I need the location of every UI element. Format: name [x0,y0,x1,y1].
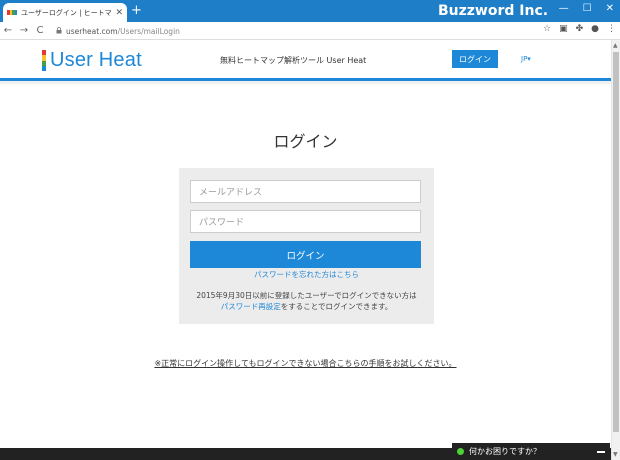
legacy-user-notice: 2015年9月30日以前に登録したユーザーでログインできない方は パスワード再設… [179,290,434,312]
address-bar[interactable]: userheat.com/Users/mailLogin [56,24,550,38]
page: User Heat 無料ヒートマップ解析ツール User Heat ログイン J… [0,40,611,460]
maximize-button[interactable]: ☐ [583,3,592,14]
brand-watermark: Buzzword Inc. [438,3,549,19]
favicon-icon [7,10,17,15]
extension-icon[interactable]: ▣ [559,24,568,34]
minimize-button[interactable]: — [559,3,569,14]
back-icon[interactable]: ← [0,25,16,36]
browser-toolbar: ← → C userheat.com/Users/mailLogin ☆ ▣ ✤… [0,22,620,40]
menu-icon[interactable]: ⋮ [607,24,616,34]
scroll-thumb[interactable] [613,52,619,432]
tab-title: ユーザーログイン | ヒートマップ解析ツー [21,8,112,17]
online-status-icon [457,448,464,455]
toolbar-icons: ☆ ▣ ✤ ● ⋮ [543,24,616,34]
site-header: User Heat 無料ヒートマップ解析ツール User Heat ログイン J… [0,40,611,81]
forward-icon[interactable]: → [16,25,32,36]
profile-icon[interactable]: ● [591,24,599,34]
tagline: 無料ヒートマップ解析ツール User Heat [220,56,367,65]
email-field[interactable]: メールアドレス [190,180,421,203]
url-path: /Users/mailLogin [117,26,180,36]
scrollbar[interactable]: ▲ ▼ [611,40,620,460]
lock-icon [56,26,62,36]
scroll-up-icon[interactable]: ▲ [613,42,618,49]
login-help-link[interactable]: ※正常にログイン操作してもログインできない場合こちらの手順をお試しください。 [0,358,611,369]
window-controls: — ☐ ✕ [559,3,614,14]
tab-close-icon[interactable]: ✕ [115,8,123,18]
password-field[interactable]: パスワード [190,210,421,233]
language-selector[interactable]: JP▾ [521,55,531,63]
close-window-button[interactable]: ✕ [606,3,614,14]
login-card: メールアドレス パスワード ログイン パスワードを忘れた方はこちら 2015年9… [179,168,434,324]
forgot-password-link[interactable]: パスワードを忘れた方はこちら [179,269,434,280]
notice-line-1: 2015年9月30日以前に登録したユーザーでログインできない方は [196,291,417,300]
heat-bar-icon [42,50,46,71]
url-host: userheat.com [66,26,118,36]
page-title: ログイン [273,132,338,151]
logo[interactable]: User Heat [42,49,142,72]
chat-label: 何かお困りですか？ [469,447,541,456]
logo-text: User Heat [50,49,142,71]
notice-line-2: パスワード再設定をすることでログインできます。 [179,301,434,312]
scroll-down-icon[interactable]: ▼ [613,451,618,458]
star-icon[interactable]: ☆ [543,24,551,34]
main-content: ログイン メールアドレス パスワード ログイン パスワードを忘れた方はこちら 2… [0,84,611,460]
login-submit-button[interactable]: ログイン [190,241,421,268]
browser-chrome: ユーザーログイン | ヒートマップ解析ツー ✕ + Buzzword Inc. … [0,0,620,40]
password-reset-link[interactable]: パスワード再設定 [221,302,281,311]
browser-tab[interactable]: ユーザーログイン | ヒートマップ解析ツー ✕ [3,3,127,22]
tab-strip: ユーザーログイン | ヒートマップ解析ツー ✕ + Buzzword Inc. … [0,0,620,22]
puzzle-icon[interactable]: ✤ [576,24,584,34]
reload-icon[interactable]: C [32,25,48,36]
notice-suffix: をすることでログインできます。 [280,302,393,311]
minimize-chat-icon[interactable] [597,450,605,453]
header-login-button[interactable]: ログイン [452,50,498,68]
new-tab-button[interactable]: + [131,4,142,18]
chat-widget[interactable]: 何かお困りですか？ [452,443,610,460]
